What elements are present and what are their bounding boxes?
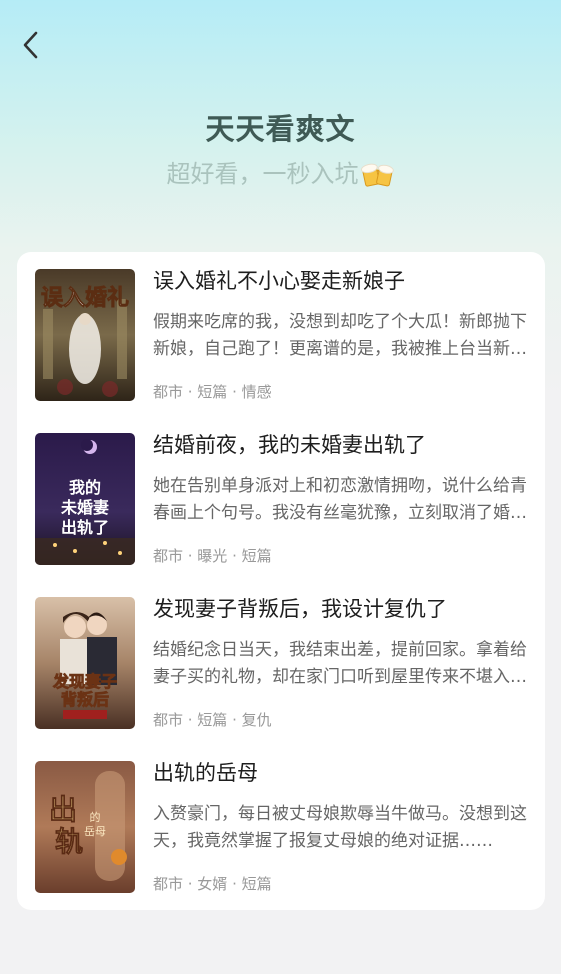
book-item[interactable]: 我的 未婚妻 出轨了 结婚前夜，我的未婚妻出轨了 她在告别单身派对上和初恋激情拥… — [35, 433, 535, 565]
beer-mugs-icon — [360, 158, 395, 190]
book-title: 误入婚礼不小心娶走新娘子 — [153, 269, 405, 293]
book-cover: 出 轨 的 岳母 — [35, 761, 135, 893]
book-info: 结婚前夜，我的未婚妻出轨了 她在告别单身派对上和初恋激情拥吻，说什么给青春画上个… — [153, 433, 535, 565]
book-info: 发现妻子背叛后，我设计复仇了 结婚纪念日当天，我结束出差，提前回家。拿着给妻子买… — [153, 597, 535, 729]
book-item[interactable]: 误入婚礼 误入婚礼不小心娶走新娘子 假期来吃席的我，没想到却吃了个大瓜！新郎抛下… — [35, 269, 535, 401]
svg-text:出: 出 — [49, 793, 77, 826]
chevron-left-icon — [21, 30, 41, 64]
book-info: 误入婚礼不小心娶走新娘子 假期来吃席的我，没想到却吃了个大瓜！新郎抛下新娘，自己… — [153, 269, 535, 401]
book-description: 她在告别单身派对上和初恋激情拥吻，说什么给青春画上个句号。我没有丝毫犹豫，立刻取… — [153, 476, 527, 523]
book-tags: 都市 · 曝光 · 短篇 — [153, 547, 272, 565]
book-description: 结婚纪念日当天，我结束出差，提前回家。拿着给妻子买的礼物，却在家门口听到屋里传来… — [153, 640, 527, 687]
book-title: 发现妻子背叛后，我设计复仇了 — [153, 597, 447, 621]
book-tags: 都市 · 短篇 · 复仇 — [153, 711, 272, 729]
book-tags: 都市 · 短篇 · 情感 — [153, 383, 272, 401]
book-description: 假期来吃席的我，没想到却吃了个大瓜！新郎抛下新娘，自己跑了！更离谱的是，我被推上… — [153, 312, 527, 359]
book-title: 出轨的岳母 — [153, 761, 258, 785]
cover-title-text: 误入婚礼 — [41, 285, 129, 311]
book-cover: 我的 未婚妻 出轨了 — [35, 433, 135, 565]
svg-text:发现妻子: 发现妻子 — [52, 672, 117, 691]
svg-text:我的: 我的 — [69, 478, 101, 497]
svg-text:岳母: 岳母 — [84, 825, 106, 838]
svg-text:未婚妻: 未婚妻 — [60, 498, 109, 517]
svg-text:出轨了: 出轨了 — [61, 518, 109, 537]
book-list-card: 误入婚礼 误入婚礼不小心娶走新娘子 假期来吃席的我，没想到却吃了个大瓜！新郎抛下… — [17, 252, 545, 910]
book-info: 出轨的岳母 入赘豪门，每日被丈母娘欺辱当牛做马。没想到这天，我竟然掌握了报复丈母… — [153, 761, 535, 893]
svg-text:的: 的 — [90, 810, 101, 824]
book-item[interactable]: 出 轨 的 岳母 出轨的岳母 入赘豪门，每日被丈母娘欺辱当牛做马。没想到这天，我… — [35, 761, 535, 893]
book-tags: 都市 · 女婿 · 短篇 — [153, 875, 272, 893]
subtitle-text: 超好看，一秒入坑 — [166, 160, 359, 188]
book-cover: 误入婚礼 — [35, 269, 135, 401]
back-button[interactable] — [14, 28, 48, 66]
book-description: 入赘豪门，每日被丈母娘欺辱当牛做马。没想到这天，我竟然掌握了报复丈母娘的绝对证据… — [153, 804, 527, 851]
page-header: 天天看爽文 超好看，一秒入坑 — [0, 108, 561, 194]
book-title: 结婚前夜，我的未婚妻出轨了 — [153, 433, 426, 457]
page-subtitle: 超好看，一秒入坑 — [167, 154, 395, 194]
book-cover: 发现妻子 背叛后 — [35, 597, 135, 729]
svg-text:轨: 轨 — [55, 825, 83, 858]
page-title: 天天看爽文 — [205, 112, 356, 146]
book-item[interactable]: 发现妻子 背叛后 发现妻子背叛后，我设计复仇了 结婚纪念日当天，我结束出差，提前… — [35, 597, 535, 729]
svg-text:背叛后: 背叛后 — [61, 690, 109, 709]
